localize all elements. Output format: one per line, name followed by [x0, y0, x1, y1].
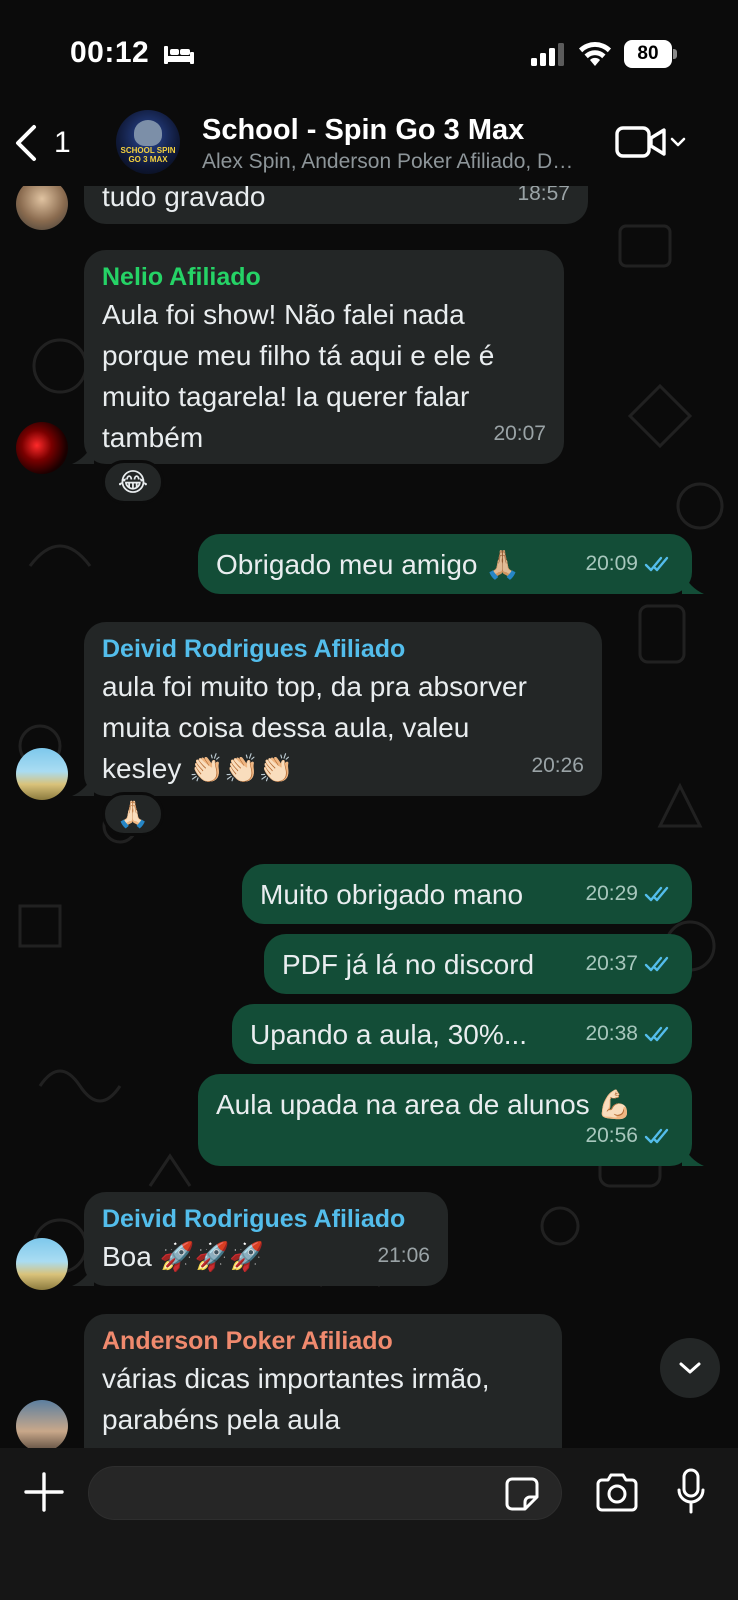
group-avatar-text: SCHOOL SPIN GO 3 MAX	[120, 146, 176, 164]
read-receipt-icon	[644, 886, 669, 901]
message-meta: 20:07	[493, 413, 546, 454]
chat-area[interactable]: tudo gravado 18:57 Nelio Afiliado Aula f…	[0, 186, 738, 1448]
bubble-tail	[72, 1264, 94, 1286]
message-input[interactable]	[88, 1466, 562, 1520]
message-bubble[interactable]: Muito obrigado mano 20:29	[242, 864, 692, 924]
message-time: 20:09	[585, 552, 638, 575]
back-button[interactable]: 1	[12, 118, 82, 168]
chevron-left-icon	[16, 125, 36, 161]
attach-plus-button[interactable]	[22, 1470, 66, 1514]
message-meta: 18:57	[517, 186, 570, 214]
message-meta: 20:56	[585, 1115, 674, 1156]
status-bar: 00:12 80	[0, 0, 738, 108]
camera-icon[interactable]	[594, 1472, 640, 1514]
video-camera-icon	[615, 126, 666, 158]
message-bubble[interactable]: tudo gravado 18:57	[84, 186, 588, 224]
message-reaction[interactable]: 😂	[102, 460, 164, 504]
message-time: 20:07	[493, 422, 546, 445]
message-time: 20:29	[585, 882, 638, 905]
shark-logo-icon	[134, 120, 162, 146]
sleep-focus-icon	[164, 46, 194, 64]
group-avatar[interactable]: SCHOOL SPIN GO 3 MAX	[116, 110, 180, 174]
battery-indicator: 80	[624, 40, 677, 68]
scroll-to-bottom-button[interactable]	[660, 1338, 720, 1398]
sticker-icon[interactable]	[504, 1476, 540, 1512]
message-time: 20:38	[585, 1022, 638, 1045]
message-bubble[interactable]: Upando a aula, 30%... 20:38	[232, 1004, 692, 1064]
unread-count: 1	[54, 126, 71, 159]
microphone-icon[interactable]	[676, 1468, 706, 1516]
message-time: 20:56	[585, 1124, 638, 1147]
read-receipt-icon	[644, 1026, 669, 1041]
sender-avatar[interactable]	[16, 1238, 68, 1290]
sender-name[interactable]: Deivid Rodrigues Afiliado	[102, 632, 584, 666]
message-text: tudo gravado	[102, 186, 266, 212]
message-bubble[interactable]: Nelio Afiliado Aula foi show! Não falei …	[72, 250, 564, 464]
video-call-button[interactable]	[614, 122, 696, 162]
status-time: 00:12	[70, 36, 150, 69]
chat-header: 1 SCHOOL SPIN GO 3 MAX School - Spin Go …	[0, 108, 738, 186]
message-time: 18:57	[517, 186, 570, 205]
wifi-icon	[579, 42, 611, 66]
message-meta: 20:09	[585, 543, 674, 584]
cellular-signal-icon	[531, 43, 564, 66]
group-participants[interactable]: Alex Spin, Anderson Poker Afiliado, Deiv…	[202, 150, 574, 174]
chevron-down-icon	[670, 137, 686, 147]
message-bubble[interactable]: Deivid Rodrigues Afiliado aula foi muito…	[72, 622, 602, 796]
message-time: 21:06	[377, 1244, 430, 1267]
bubble-tail	[72, 774, 94, 796]
sender-avatar[interactable]	[16, 422, 68, 474]
battery-level: 80	[624, 40, 672, 68]
bubble-tail	[682, 1144, 704, 1166]
message-text: Aula foi show! Não falei nada porque meu…	[102, 299, 495, 453]
chevron-down-icon	[679, 1362, 701, 1374]
message-meta: 20:29	[585, 873, 674, 914]
bubble-tail	[682, 572, 704, 594]
message-meta: 20:38	[585, 1013, 674, 1054]
read-receipt-icon	[644, 556, 669, 571]
sender-name[interactable]: Deivid Rodrigues Afiliado	[102, 1202, 430, 1236]
message-time: 20:26	[531, 754, 584, 777]
sender-avatar[interactable]	[16, 748, 68, 800]
message-time: 20:37	[585, 952, 638, 975]
read-receipt-icon	[644, 1128, 669, 1143]
message-bubble[interactable]: Anderson Poker Afiliado várias dicas imp…	[84, 1314, 562, 1448]
read-receipt-icon	[644, 956, 669, 971]
message-text: aula foi muito top, da pra absorver muit…	[102, 671, 527, 784]
message-text: várias dicas importantes irmão, parabéns…	[102, 1363, 490, 1435]
message-bubble[interactable]: Obrigado meu amigo 🙏🏼 20:09	[198, 534, 704, 594]
sender-avatar[interactable]	[16, 1400, 68, 1448]
message-meta: 20:26	[531, 745, 584, 786]
group-title[interactable]: School - Spin Go 3 Max	[202, 114, 524, 147]
message-meta: 21:06	[377, 1235, 430, 1276]
sender-name[interactable]: Nelio Afiliado	[102, 260, 546, 294]
message-bubble[interactable]: Deivid Rodrigues Afiliado Boa 🚀🚀🚀 21:06	[72, 1192, 448, 1286]
battery-tip	[673, 49, 677, 59]
sender-name[interactable]: Anderson Poker Afiliado	[102, 1324, 544, 1358]
message-bubble[interactable]: Aula upada na area de alunos 💪🏻 20:56	[198, 1074, 704, 1166]
bubble-tail	[72, 442, 94, 464]
message-bubble[interactable]: PDF já lá no discord 20:37	[264, 934, 692, 994]
message-composer	[0, 1448, 738, 1600]
message-meta: 20:37	[585, 943, 674, 984]
message-reaction[interactable]: 🙏🏻	[102, 792, 164, 836]
